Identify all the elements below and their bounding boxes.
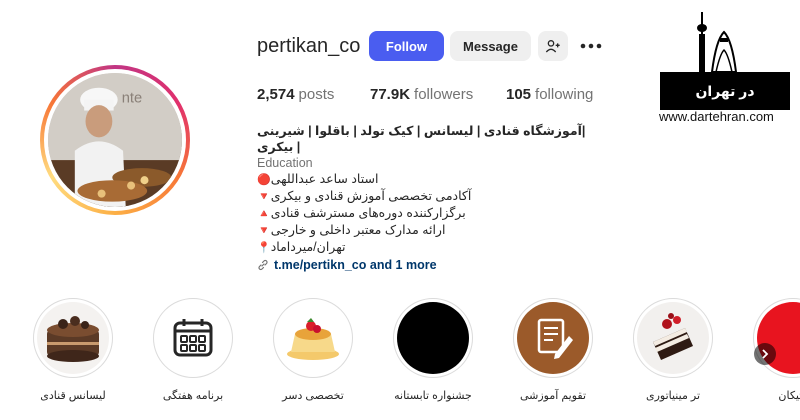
red-triangle-down-icon: 🔻 [257, 191, 271, 203]
posts-label: posts [298, 86, 335, 103]
highlights-next-button[interactable] [754, 343, 776, 365]
highlight-cover [277, 302, 349, 374]
highlight-label: رتیکان [778, 390, 800, 402]
highlight-ring[interactable] [33, 298, 113, 378]
highlight-label: لیسانس قنادی [40, 390, 106, 402]
profile-username: pertikan_co [257, 35, 361, 57]
avatar-sign-text: nte [122, 90, 142, 106]
milad-tower-icon [697, 12, 738, 73]
posts-stat: 2,574 posts [257, 86, 370, 103]
avatar-inner: nte [44, 69, 186, 211]
highlight-label: تر مینیاتوری [645, 390, 701, 402]
highlight-cover [37, 302, 109, 374]
bio-line-text: تهران/میرداماد [270, 240, 346, 254]
highlight-ring[interactable] [513, 298, 593, 378]
profile-bio: |آموزشگاه قنادی | لیسانس | کیک تولد | با… [257, 123, 587, 273]
bio-line-text: استاد ساعد عبداللهی [270, 172, 379, 186]
bio-line: استاد ساعد عبداللهی🔴 [257, 171, 587, 188]
highlight-ring[interactable] [633, 298, 713, 378]
more-dots-icon [580, 43, 602, 49]
bio-line: آکادمی تخصصی آموزش قنادی و بیکری🔻 [257, 188, 587, 205]
document-pen-icon [537, 318, 573, 359]
story-highlights: لیسانس قنادی برنامه هفتگی تخصصی دسر جشنو… [0, 298, 800, 420]
followers-count: 77.9K [370, 86, 411, 103]
highlight-label: برنامه هفتگی [162, 390, 224, 402]
chevron-right-icon [762, 349, 769, 359]
chocolate-cake-icon [47, 316, 99, 362]
highlight-cover [517, 302, 589, 374]
message-button[interactable]: Message [450, 31, 531, 61]
red-triangle-down-icon: 🔻 [257, 225, 271, 237]
bio-category: Education [257, 156, 313, 170]
chef-photo: nte [48, 73, 182, 207]
bio-line-text: ارائه مدارک معتبر داخلی و خارجی [270, 223, 446, 237]
red-triangle-up-icon: 🔺 [257, 208, 271, 220]
following-label: following [535, 86, 594, 103]
highlight-item[interactable]: لیسانس قنادی [28, 298, 118, 402]
highlight-label: جشنواره تابستانه [394, 390, 472, 402]
follow-button[interactable]: Follow [369, 31, 444, 61]
followers-stat[interactable]: 77.9K followers [370, 86, 506, 103]
followers-label: followers [414, 86, 474, 103]
highlight-item[interactable]: برنامه هفتگی [148, 298, 238, 402]
highlight-cover [637, 302, 709, 374]
profile-avatar[interactable]: nte [48, 73, 182, 207]
link-icon [258, 259, 268, 271]
more-options-button[interactable] [576, 31, 606, 61]
highlight-cover [157, 302, 229, 374]
highlight-label: تخصصی دسر [282, 390, 344, 402]
bio-name: |آموزشگاه قنادی | لیسانس | کیک تولد | با… [257, 124, 586, 154]
mini-cake-icon [653, 313, 693, 360]
highlight-ring[interactable] [753, 298, 800, 378]
pin-icon: 📍 [257, 242, 271, 254]
bio-line: ارائه مدارک معتبر داخلی و خارجی🔻 [257, 222, 587, 239]
logo-band: در تهران [660, 72, 790, 110]
bio-link[interactable]: t.me/pertikn_co and 1 more [257, 257, 587, 273]
highlight-cover-black [397, 302, 469, 374]
logo-band-text: در تهران [695, 82, 755, 99]
highlight-label: تقویم آموزشی [519, 390, 587, 402]
dessert-icon [287, 318, 339, 360]
bio-line-text: برگزارکننده دوره‌های مسترشف قنادی [270, 206, 466, 220]
watermark-url: www.dartehran.com [659, 109, 774, 124]
bio-line-text: آکادمی تخصصی آموزش قنادی و بیکری [270, 189, 472, 203]
calendar-icon [173, 319, 213, 357]
highlight-item[interactable]: جشنواره تابستانه [388, 298, 478, 402]
highlight-ring[interactable] [273, 298, 353, 378]
profile-stats: 2,574 posts 77.9K followers 105 followin… [257, 86, 593, 103]
add-user-button[interactable] [538, 31, 568, 61]
bio-link-text[interactable]: t.me/pertikn_co and 1 more [274, 257, 437, 273]
following-stat[interactable]: 105 following [506, 86, 593, 103]
highlight-item[interactable]: تخصصی دسر [268, 298, 358, 402]
posts-count: 2,574 [257, 86, 295, 103]
dartehran-logo: در تهران [660, 10, 790, 125]
bio-line: تهران/میرداماد📍 [257, 239, 587, 256]
following-count: 105 [506, 86, 532, 103]
red-circle-icon: 🔴 [257, 174, 271, 186]
highlight-ring[interactable] [153, 298, 233, 378]
bio-line: برگزارکننده دوره‌های مسترشف قنادی🔺 [257, 205, 587, 222]
profile-avatar-ring[interactable]: nte [40, 65, 190, 215]
add-user-icon [545, 40, 560, 53]
highlight-item[interactable]: تر مینیاتوری [628, 298, 718, 402]
highlight-ring[interactable] [393, 298, 473, 378]
highlight-item[interactable]: تقویم آموزشی [508, 298, 598, 402]
